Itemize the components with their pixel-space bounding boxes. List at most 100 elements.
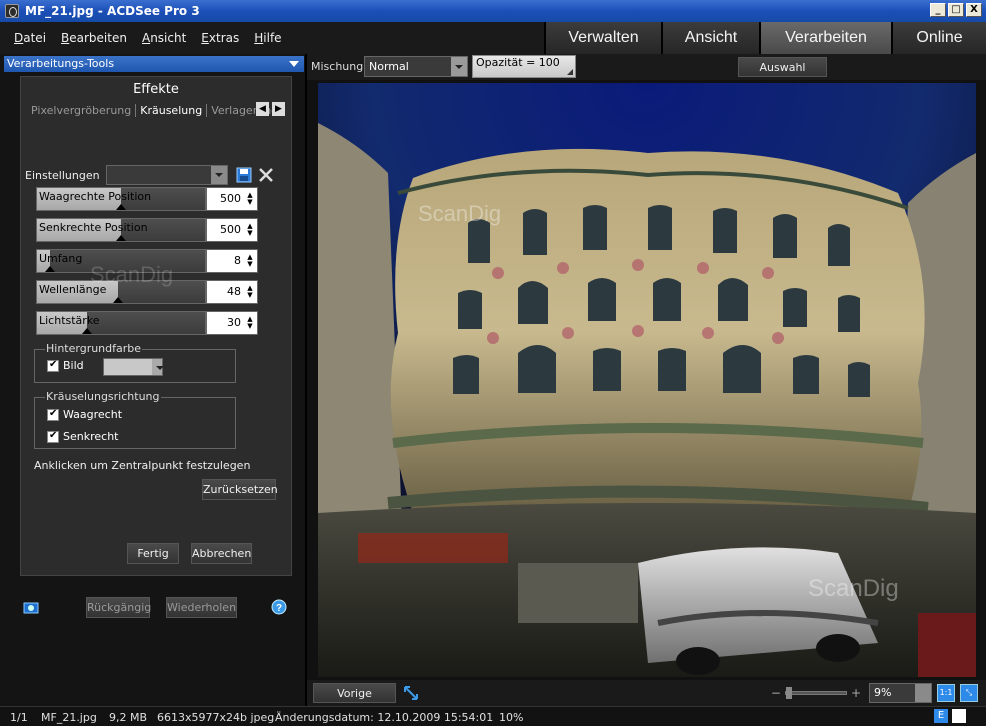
menu-datei[interactable]: Datei [14,31,46,45]
zoom-out-icon[interactable]: − [771,686,781,700]
undo-button[interactable]: Rückgängig [86,597,151,618]
encoding-icon[interactable]: E [934,709,948,723]
tab-verlagerung[interactable]: Verlagerung [207,104,282,117]
slider-light-intensity[interactable]: Lichtstärke 30 ▲ ▼ [36,311,258,335]
chevron-down-icon[interactable] [915,684,931,702]
spinner-icon[interactable]: ▲ ▼ [246,223,254,237]
slider-thumb[interactable] [112,297,123,303]
status-zoom: 10% [499,711,524,724]
menu-extras[interactable]: Extras [201,31,239,45]
slider-value: 8 [234,254,241,267]
minimize-button[interactable]: _ [930,3,946,17]
checkbox-icon[interactable] [47,430,59,443]
slider-track[interactable]: Senkrechte Position [36,218,206,242]
app-icon [5,4,19,18]
fit-to-window-icon[interactable]: ⤡ [960,684,978,702]
slider-horizontal-position[interactable]: Waagrechte Position 500 ▲ ▼ [36,187,258,211]
status-bar: 1/1 MF_21.jpg 9,2 MB 6613x5977x24b jpeg … [0,706,986,726]
spinner-icon[interactable]: ▲ ▼ [246,285,254,299]
save-icon[interactable] [236,167,252,183]
menu-ansicht[interactable]: Ansicht [142,31,186,45]
blend-label: Mischung [311,60,364,73]
zoom-slider-thumb[interactable] [785,687,792,699]
title-bar: MF_21.jpg - ACDSee Pro 3 _ □ X [0,0,986,22]
settings-dropdown[interactable] [105,165,228,185]
mode-tab-verarbeiten[interactable]: Verarbeiten [759,22,891,54]
background-color-dropdown[interactable] [103,358,164,376]
zoom-in-icon[interactable]: + [851,686,861,700]
tab-pixelvergroeberung[interactable]: Pixelvergröberung [27,104,137,117]
help-icon[interactable]: ? [271,599,287,615]
blend-mode-dropdown[interactable]: Normal [364,56,468,77]
tab-prev-icon[interactable]: ◀ [256,102,269,116]
chevron-down-icon[interactable] [451,57,467,76]
mode-tab-online[interactable]: Online [891,22,986,54]
ripple-direction-group: Kräuselungsrichtung Waagrecht Senkrecht [34,390,236,449]
panel-toggle-icon[interactable] [952,709,966,723]
opacity-slider[interactable]: Opazität = 100 [472,55,576,78]
menu-bearbeiten[interactable]: Bearbeiten [61,31,127,45]
slider-thumb[interactable] [45,266,56,272]
slider-thumb[interactable] [116,235,126,241]
slider-value-input[interactable]: 500 ▲ ▼ [206,187,258,211]
close-button[interactable]: X [966,3,982,17]
vertical-checkbox[interactable]: Senkrecht [47,430,118,443]
mode-tab-verwalten[interactable]: Verwalten [544,22,661,54]
slider-thumb[interactable] [116,204,126,210]
chevron-down-icon[interactable] [210,166,227,184]
image-checkbox[interactable]: Bild [47,359,84,372]
blend-mode-value: Normal [369,60,409,73]
spinner-icon[interactable]: ▲ ▼ [246,316,254,330]
redo-button[interactable]: Wiederholen [166,597,237,618]
spinner-icon[interactable]: ▲ ▼ [246,192,254,206]
effects-box: Effekte Pixelvergröberung Kräuselung Ver… [20,76,292,576]
group-legend: Hintergrundfarbe [45,342,143,355]
slider-value-input[interactable]: 48 ▲ ▼ [206,280,258,304]
screenshot-icon[interactable] [23,600,39,614]
zoom-value: 9% [874,686,892,699]
reset-button[interactable]: Zurücksetzen [202,479,278,500]
slider-value: 30 [227,316,241,329]
expand-icon[interactable] [403,685,419,701]
slider-label: Waagrechte Position [39,190,152,203]
menu-hilfe[interactable]: Hilfe [254,31,281,45]
horizontal-checkbox[interactable]: Waagrecht [47,408,122,421]
collapse-arrow-icon[interactable] [289,61,299,67]
maximize-button[interactable]: □ [948,3,964,17]
show-previous-button[interactable]: Vorige anzeigen [313,683,396,719]
tab-kraeuselung[interactable]: Kräuselung [136,104,208,117]
cancel-button[interactable]: Abbrechen [191,543,252,564]
actual-size-button[interactable]: 1:1 [937,684,955,702]
checkbox-icon[interactable] [47,408,59,421]
tab-next-icon[interactable]: ▶ [272,102,285,116]
status-filename: MF_21.jpg [41,711,97,724]
edited-photo[interactable]: ScanDig ScanDig [318,83,976,677]
checkbox-label: Waagrecht [63,408,123,421]
done-button[interactable]: Fertig [127,543,179,564]
slider-value-input[interactable]: 30 ▲ ▼ [206,311,258,335]
slider-track[interactable]: Waagrechte Position [36,187,206,211]
checkbox-label: Senkrecht [63,430,119,443]
settings-row: Einstellungen [25,165,274,185]
spinner-icon[interactable]: ▲ ▼ [246,254,254,268]
svg-text:?: ? [276,603,282,614]
zoom-dropdown[interactable]: 9% [869,683,932,703]
zoom-slider[interactable] [784,687,847,699]
chevron-down-icon[interactable] [152,359,164,375]
menu-bar: Datei Bearbeiten Ansicht Extras Hilfe Ve… [0,22,986,54]
slider-vertical-position[interactable]: Senkrechte Position 500 ▲ ▼ [36,218,258,242]
delete-icon[interactable] [258,167,274,183]
slider-track[interactable]: Lichtstärke [36,311,206,335]
image-canvas[interactable]: ScanDig ScanDig [307,80,986,680]
create-selection-button[interactable]: Auswahl erstellen [738,57,827,93]
settings-label: Einstellungen [25,168,100,182]
slider-value-input[interactable]: 8 ▲ ▼ [206,249,258,273]
bottom-toolbar: Vorige anzeigen − + 9% 1:1 ⤡ [307,680,986,719]
effects-title: Effekte [133,82,179,97]
slider-value-input[interactable]: 500 ▲ ▼ [206,218,258,242]
mode-tab-ansicht[interactable]: Ansicht [661,22,759,54]
checkbox-icon[interactable] [47,359,59,372]
watermark-text: ScanDig [418,201,501,226]
panel-header[interactable]: Verarbeitungs-Tools [4,56,304,72]
slider-thumb[interactable] [82,328,93,334]
